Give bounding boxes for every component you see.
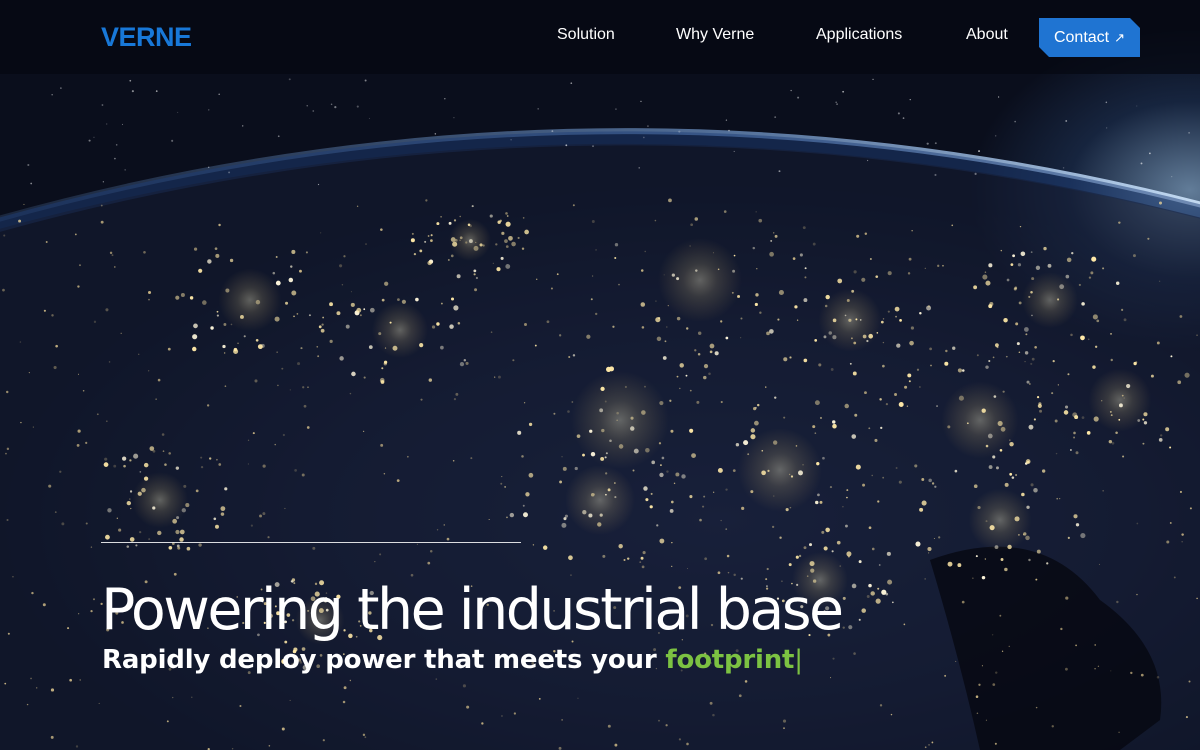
nav-why-verne[interactable]: Why Verne	[676, 26, 754, 44]
contact-button[interactable]: Contact ↗	[1039, 18, 1140, 57]
top-navbar: VERNE Solution Why Verne Applications Ab…	[0, 0, 1200, 74]
nav-solution[interactable]: Solution	[557, 26, 615, 44]
verne-logo[interactable]: VERNE	[101, 22, 192, 53]
subline-highlight-word: footprint	[665, 645, 795, 675]
nav-applications[interactable]: Applications	[816, 26, 902, 44]
arrow-up-right-icon: ↗	[1114, 29, 1126, 45]
typing-cursor: |	[794, 645, 803, 675]
contact-button-label: Contact	[1053, 28, 1110, 46]
hero-headline: Powering the industrial base	[101, 577, 844, 643]
nav-about[interactable]: About	[966, 26, 1008, 44]
hero-subline: Rapidly deploy power that meets your foo…	[102, 645, 803, 675]
subline-text: Rapidly deploy power that meets your	[102, 645, 657, 675]
hero-divider	[101, 542, 521, 543]
